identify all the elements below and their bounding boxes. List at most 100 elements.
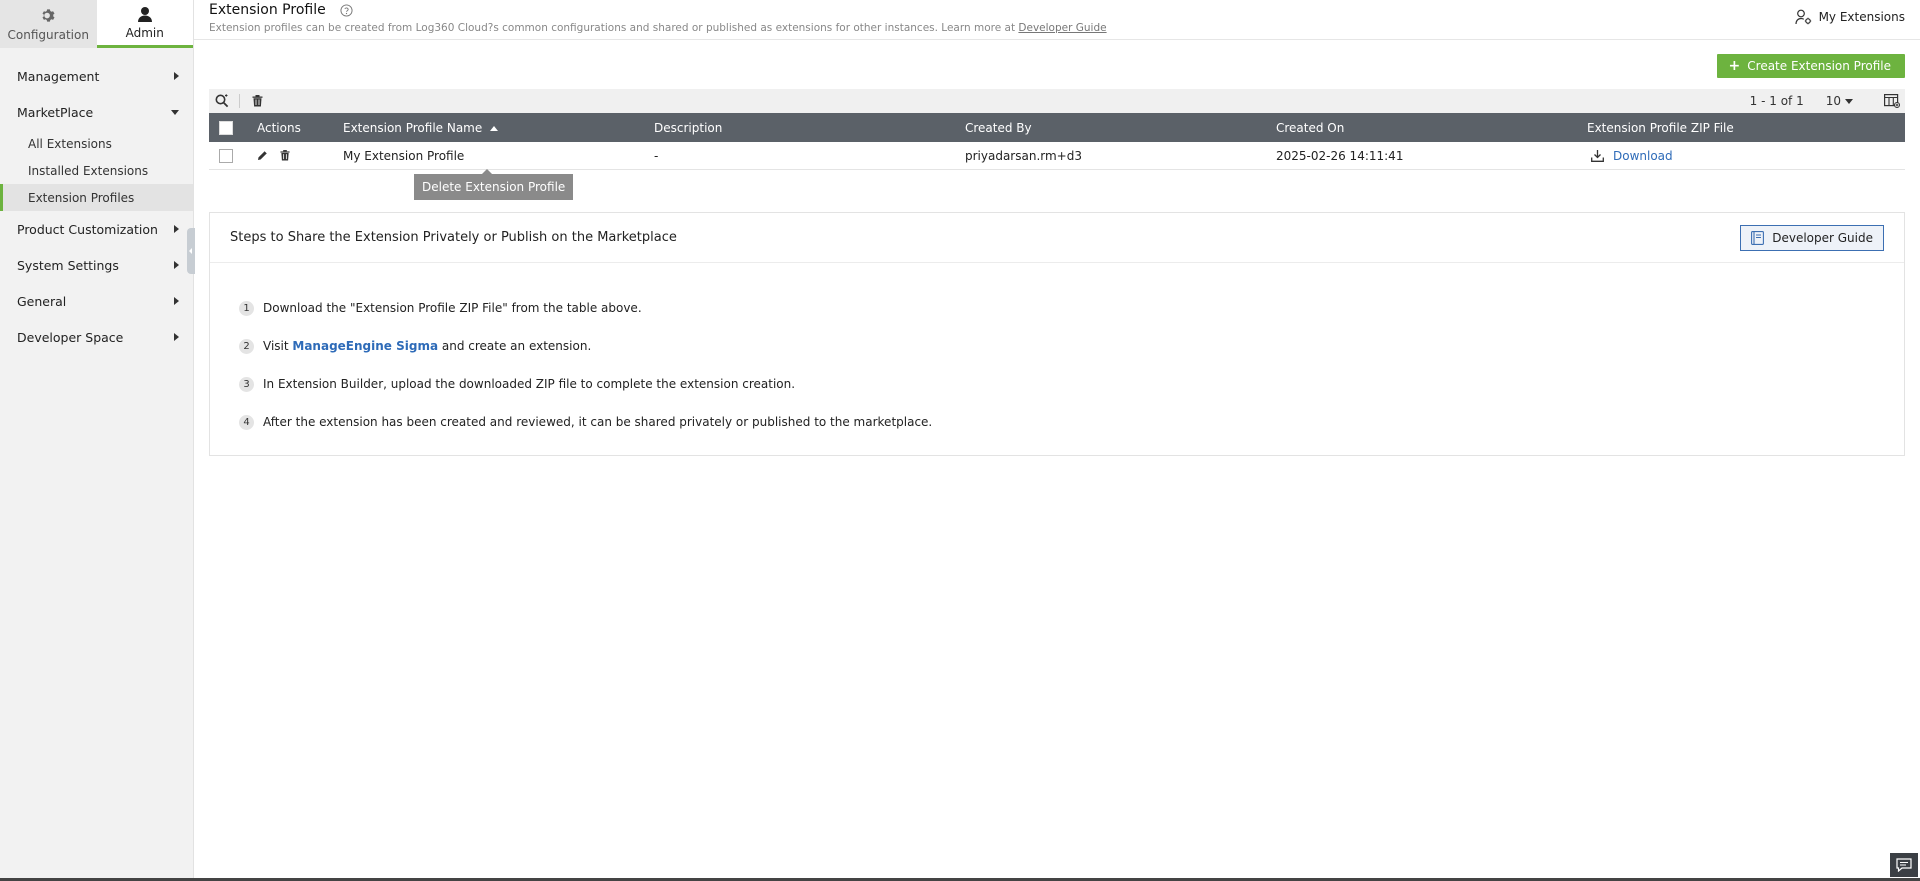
- pagination: 1 - 1 of 1 10: [1750, 89, 1905, 113]
- table-row: My Extension Profile - priyadarsan.rm+d3…: [209, 142, 1905, 170]
- column-header-zip: Extension Profile ZIP File: [1587, 120, 1734, 135]
- sidebar-item-label: Developer Space: [17, 329, 124, 345]
- steps-list: 1 Download the "Extension Profile ZIP Fi…: [210, 263, 1904, 441]
- download-icon[interactable]: [1591, 149, 1604, 162]
- table-toolbar: 1 - 1 of 1 10: [209, 89, 1905, 113]
- column-header-description: Description: [654, 120, 723, 135]
- chevron-right-icon: [174, 225, 179, 233]
- cell-zip: Download: [1587, 149, 1905, 163]
- column-header-name-label: Extension Profile Name: [343, 120, 483, 135]
- create-extension-profile-label: Create Extension Profile: [1747, 59, 1891, 73]
- gear-icon: [41, 7, 56, 25]
- steps-panel: Steps to Share the Extension Privately o…: [209, 212, 1905, 456]
- trash-icon[interactable]: [280, 150, 290, 161]
- sidebar-subitem-all-extensions[interactable]: All Extensions: [0, 130, 193, 157]
- tab-configuration-label: Configuration: [7, 27, 89, 42]
- sidebar-item-label: Management: [17, 68, 100, 84]
- page-subtitle-text: Extension profiles can be created from L…: [209, 22, 1019, 34]
- step-item: 1 Download the "Extension Profile ZIP Fi…: [239, 289, 1904, 327]
- sidebar-menu: Management MarketPlace All Extensions In…: [0, 48, 193, 355]
- cell-created-by: priyadarsan.rm+d3: [965, 148, 1082, 163]
- user-icon: [137, 5, 153, 23]
- page-title: Extension Profile: [209, 2, 326, 18]
- trash-icon[interactable]: [244, 89, 270, 113]
- step-number: 1: [239, 300, 254, 316]
- search-icon[interactable]: [209, 89, 235, 113]
- tab-configuration[interactable]: Configuration: [0, 0, 97, 48]
- chevron-down-icon: [1845, 98, 1853, 104]
- step-number: 4: [239, 414, 254, 430]
- help-icon[interactable]: [340, 3, 353, 17]
- chevron-right-icon: [174, 333, 179, 341]
- page-size-select[interactable]: 10: [1826, 94, 1853, 108]
- sort-ascending-icon: [490, 125, 499, 131]
- developer-guide-link[interactable]: Developer Guide: [1018, 22, 1106, 34]
- user-settings-icon: [1794, 9, 1811, 25]
- step-text-pre: Visit: [263, 339, 293, 353]
- chat-icon[interactable]: [1890, 853, 1918, 877]
- table-header: Actions Extension Profile Name Descripti…: [209, 113, 1905, 142]
- sidebar: Configuration Admin Management MarketPla…: [0, 0, 194, 881]
- cell-name: My Extension Profile: [343, 148, 465, 163]
- sidebar-item-general[interactable]: General: [0, 283, 193, 319]
- sidebar-item-system-settings[interactable]: System Settings: [0, 247, 193, 283]
- create-extension-profile-button[interactable]: + Create Extension Profile: [1716, 54, 1905, 78]
- pagination-range: 1 - 1 of 1: [1749, 94, 1804, 108]
- tab-admin[interactable]: Admin: [96, 0, 193, 48]
- row-checkbox[interactable]: [219, 148, 233, 163]
- top-tabs: Configuration Admin: [0, 0, 193, 48]
- sidebar-item-developer-space[interactable]: Developer Space: [0, 319, 193, 355]
- tooltip: Delete Extension Profile: [414, 169, 574, 200]
- cell-description: -: [654, 148, 659, 163]
- step-item: 4 After the extension has been created a…: [239, 403, 1904, 441]
- step-number: 2: [239, 338, 254, 354]
- extension-profile-table: Actions Extension Profile Name Descripti…: [209, 113, 1905, 170]
- sidebar-item-label: System Settings: [17, 257, 119, 273]
- chevron-right-icon: [174, 261, 179, 269]
- page-size-value: 10: [1825, 94, 1841, 108]
- column-header-created-on: Created On: [1276, 120, 1345, 135]
- my-extensions-label: My Extensions: [1818, 10, 1905, 24]
- column-header-created-by: Created By: [965, 120, 1032, 135]
- step-text-post: and create an extension.: [438, 339, 592, 353]
- step-item: 3 In Extension Builder, upload the downl…: [239, 365, 1904, 403]
- sidebar-item-marketplace[interactable]: MarketPlace: [0, 94, 193, 130]
- page-subtitle: Extension profiles can be created from L…: [209, 22, 1905, 34]
- toolbar-divider: [239, 94, 240, 108]
- step-text: After the extension has been created and…: [263, 415, 933, 429]
- steps-header: Steps to Share the Extension Privately o…: [210, 213, 1904, 263]
- step-number: 3: [239, 376, 254, 392]
- column-header-name[interactable]: Extension Profile Name: [343, 121, 654, 135]
- select-all-checkbox[interactable]: [219, 120, 233, 135]
- page-header: Extension Profile Extension profiles can…: [194, 0, 1920, 40]
- step-text: Download the "Extension Profile ZIP File…: [263, 301, 642, 315]
- chevron-right-icon: [174, 297, 179, 305]
- plus-icon: +: [1728, 58, 1741, 74]
- step-text: In Extension Builder, upload the downloa…: [263, 377, 796, 391]
- developer-guide-button[interactable]: Developer Guide: [1740, 224, 1884, 251]
- main-content: Extension Profile Extension profiles can…: [194, 0, 1920, 881]
- tab-admin-label: Admin: [125, 26, 164, 40]
- column-chooser-icon[interactable]: [1879, 89, 1905, 113]
- row-actions: [243, 150, 343, 161]
- step-item: 2 Visit ManageEngine Sigma and create an…: [239, 327, 1904, 365]
- sidebar-item-label: General: [17, 293, 67, 309]
- developer-guide-button-label: Developer Guide: [1772, 230, 1873, 245]
- sidebar-item-label: MarketPlace: [17, 104, 94, 120]
- steps-title: Steps to Share the Extension Privately o…: [230, 230, 677, 245]
- sidebar-item-product-customization[interactable]: Product Customization: [0, 211, 193, 247]
- cell-created-on: 2025-02-26 14:11:41: [1276, 148, 1404, 163]
- chevron-right-icon: [174, 72, 179, 80]
- manageengine-sigma-link[interactable]: ManageEngine Sigma: [292, 339, 438, 353]
- sidebar-item-management[interactable]: Management: [0, 58, 193, 94]
- edit-icon[interactable]: [257, 150, 268, 161]
- chevron-left-icon: [189, 248, 192, 254]
- sidebar-item-label: Product Customization: [17, 221, 158, 237]
- chevron-down-icon: [171, 109, 179, 115]
- download-link[interactable]: Download: [1613, 149, 1673, 163]
- sidebar-subitem-extension-profiles[interactable]: Extension Profiles: [0, 184, 193, 211]
- sidebar-subitem-installed-extensions[interactable]: Installed Extensions: [0, 157, 193, 184]
- column-header-actions: Actions: [257, 120, 301, 135]
- my-extensions-button[interactable]: My Extensions: [1794, 9, 1905, 25]
- book-icon: [1751, 230, 1765, 245]
